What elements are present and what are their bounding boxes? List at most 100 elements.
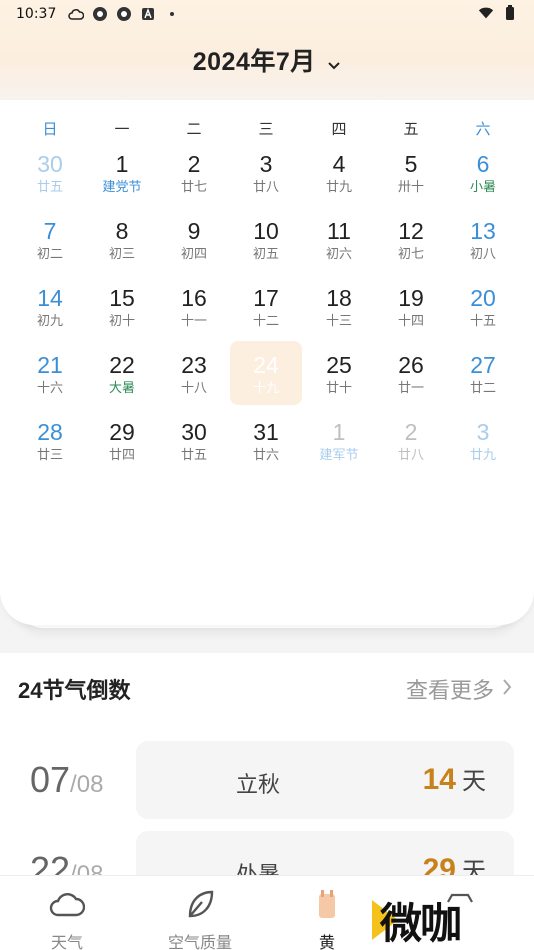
app-status-icon-2 <box>116 6 132 22</box>
wifi-icon <box>478 5 494 21</box>
day-number: 16 <box>181 285 207 311</box>
day-number: 15 <box>109 285 135 311</box>
see-more-link[interactable]: 查看更多 <box>406 673 512 705</box>
calendar-day[interactable]: 13 初八 <box>447 207 519 271</box>
day-number: 28 <box>37 419 63 445</box>
chevron-right-icon <box>502 676 512 702</box>
lunar-date: 廿九 <box>469 447 496 462</box>
day-number: 30 <box>181 419 207 445</box>
section-title: 24节气倒数 <box>18 678 131 703</box>
nav-label: 空气质量 <box>167 935 232 950</box>
calendar-day[interactable]: 17 十二 <box>230 274 302 338</box>
calendar-day[interactable]: 2 廿八 <box>375 408 447 472</box>
lunar-date: 廿九 <box>325 179 352 194</box>
nav-weather[interactable]: 天气 <box>22 888 112 950</box>
calendar-day[interactable]: 30 廿五 <box>14 140 86 204</box>
nav-air-quality[interactable]: 空气质量 <box>155 888 245 950</box>
calendar-day[interactable]: 31 廿六 <box>230 408 302 472</box>
calendar-day[interactable]: 11 初六 <box>303 207 375 271</box>
weekday-label: 四 <box>331 121 347 138</box>
calendar-day[interactable]: 5 卅十 <box>375 140 447 204</box>
calendar-day-today[interactable]: 24 十九 <box>230 341 302 405</box>
month-title: 2024年7月 <box>192 48 316 76</box>
day-number: 14 <box>37 285 63 311</box>
nav-label: 天气 <box>50 935 83 950</box>
calendar-day[interactable]: 1 建党节 <box>86 140 158 204</box>
calendar-day[interactable]: 7 初二 <box>14 207 86 271</box>
calendar-day[interactable]: 2 廿七 <box>158 140 230 204</box>
calendar-day[interactable]: 16 十一 <box>158 274 230 338</box>
lunar-date: 建党节 <box>102 179 142 194</box>
calendar-day[interactable]: 21 十六 <box>14 341 86 405</box>
day-number: 13 <box>470 218 496 244</box>
calendar-day[interactable]: 30 廿五 <box>158 408 230 472</box>
calendar-day[interactable]: 26 廿一 <box>375 341 447 405</box>
calendar-day[interactable]: 18 十三 <box>303 274 375 338</box>
day-number: 11 <box>327 218 351 244</box>
calendar-day[interactable]: 14 初九 <box>14 274 86 338</box>
day-number: 6 <box>476 151 490 177</box>
day-number: 19 <box>398 285 424 311</box>
calendar-day[interactable]: 29 廿四 <box>86 408 158 472</box>
lunar-date: 廿一 <box>397 380 424 395</box>
day-number: 5 <box>404 151 418 177</box>
calendar-day[interactable]: 3 廿九 <box>447 408 519 472</box>
day-number: 31 <box>253 419 279 445</box>
calendar-day[interactable]: 4 廿九 <box>303 140 375 204</box>
lunar-date: 初四 <box>180 246 207 261</box>
lunar-date: 初二 <box>36 246 63 261</box>
lunar-date: 初六 <box>325 246 352 261</box>
day-number: 22 <box>109 352 135 378</box>
weekday-label: 三 <box>258 121 274 138</box>
day-number: 18 <box>326 285 352 311</box>
calendar-day[interactable]: 15 初十 <box>86 274 158 338</box>
lunar-date: 初五 <box>252 246 279 261</box>
month-selector[interactable]: 2024年7月 <box>0 42 534 78</box>
calendar-day[interactable]: 27 廿二 <box>447 341 519 405</box>
day-number: 25 <box>326 352 352 378</box>
day-number: 21 <box>37 352 63 378</box>
lunar-date: 廿二 <box>469 380 496 395</box>
app-status-icon <box>92 6 108 22</box>
lunar-date: 初十 <box>108 313 135 328</box>
lunar-date: 十四 <box>397 313 424 328</box>
term-card: 立秋 14 天 <box>136 741 514 819</box>
calendar-day[interactable]: 28 廿三 <box>14 408 86 472</box>
cloud-icon <box>49 893 86 917</box>
calendar-day[interactable]: 1 建军节 <box>303 408 375 472</box>
cloud-status-icon <box>68 6 85 22</box>
battery-icon <box>502 5 518 21</box>
lunar-date: 建军节 <box>319 447 359 462</box>
day-number: 12 <box>398 218 424 244</box>
day-number: 8 <box>115 218 129 244</box>
nav-label: 黄 <box>318 935 335 950</box>
chevron-down-icon <box>327 49 341 78</box>
calendar-day[interactable]: 6 小暑 <box>447 140 519 204</box>
lunar-date: 廿五 <box>180 447 207 462</box>
calendar-day[interactable]: 8 初三 <box>86 207 158 271</box>
calendar-day[interactable]: 25 廿十 <box>303 341 375 405</box>
weekday-label: 日 <box>42 121 58 138</box>
lunar-date: 廿五 <box>36 179 63 194</box>
day-number: 4 <box>332 151 346 177</box>
solar-term-row[interactable]: 07/08 立秋 14 天 <box>0 741 534 821</box>
weekday-label: 五 <box>403 121 419 138</box>
day-number: 1 <box>115 151 129 177</box>
day-number: 26 <box>398 352 424 378</box>
term-countdown: 14 天 <box>422 763 486 796</box>
calendar-day[interactable]: 9 初四 <box>158 207 230 271</box>
lunar-date: 廿十 <box>325 380 352 395</box>
calendar-day[interactable]: 22 大暑 <box>86 341 158 405</box>
calendar-day[interactable]: 23 十八 <box>158 341 230 405</box>
calendar-day[interactable]: 10 初五 <box>230 207 302 271</box>
calendar-day[interactable]: 12 初七 <box>375 207 447 271</box>
calendar-day[interactable]: 3 廿八 <box>230 140 302 204</box>
lunar-date: 廿三 <box>36 447 63 462</box>
calendar-day[interactable]: 19 十四 <box>375 274 447 338</box>
nav-almanac[interactable]: 黄 <box>282 888 372 950</box>
lunar-date: 十八 <box>180 380 207 395</box>
day-number: 30 <box>37 151 63 177</box>
calendar-day[interactable]: 20 十五 <box>447 274 519 338</box>
lunar-date: 廿八 <box>252 179 279 194</box>
leaf-icon <box>188 890 214 918</box>
